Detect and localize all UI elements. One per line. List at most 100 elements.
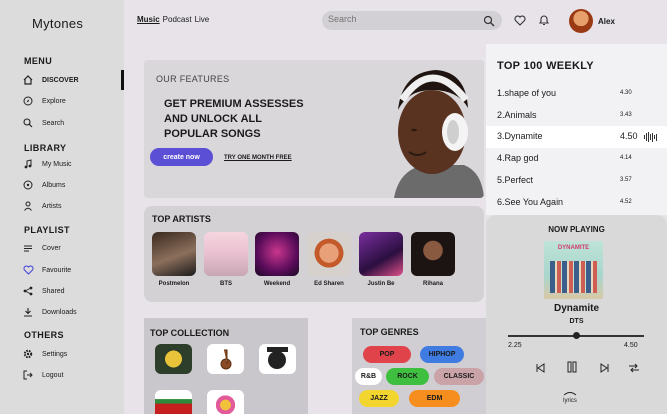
sidebar-item-label: Search bbox=[42, 119, 65, 127]
sidebar-item-shared[interactable]: Shared bbox=[0, 281, 124, 301]
top100-panel: TOP 100 WEEKLY 1.shape of you 4.30 2.Anim… bbox=[486, 44, 667, 215]
sidebar-item-logout[interactable]: Logout bbox=[0, 365, 124, 385]
premium-banner: OUR FEATURES GET PREMIUM ASSESSES AND UN… bbox=[144, 60, 484, 198]
pause-icon[interactable] bbox=[566, 360, 578, 378]
sidebar-item-settings[interactable]: Settings bbox=[0, 344, 124, 364]
app-window: Mytones MENU DISCOVER Explore Search LIB… bbox=[0, 0, 667, 414]
album-cover[interactable] bbox=[155, 390, 192, 414]
song-duration: 3.43 bbox=[620, 112, 632, 118]
artist-name: Ed Sharen bbox=[314, 281, 344, 287]
genre-classic[interactable]: CLASSIC bbox=[434, 368, 484, 385]
artist-card[interactable]: BTS bbox=[202, 232, 250, 287]
sidebar-item-label: Downloads bbox=[42, 308, 77, 316]
sidebar-item-search[interactable]: Search bbox=[0, 113, 124, 133]
tab-music[interactable]: Music bbox=[137, 15, 160, 24]
create-now-button[interactable]: create now bbox=[150, 148, 213, 166]
heart-icon[interactable] bbox=[514, 13, 526, 31]
header-tabs: Music Podcast Live bbox=[137, 15, 209, 24]
sidebar-item-explore[interactable]: Explore bbox=[0, 91, 124, 111]
section-others: OTHERS bbox=[24, 330, 64, 340]
chart-row[interactable]: 2.Animals 3.43 bbox=[486, 105, 667, 127]
share-icon bbox=[22, 285, 34, 297]
progress-knob[interactable] bbox=[573, 332, 580, 339]
sidebar-item-downloads[interactable]: Downloads bbox=[0, 302, 124, 322]
tab-podcast[interactable]: Podcast bbox=[163, 15, 192, 24]
artist-card[interactable]: Weekend bbox=[253, 232, 301, 287]
genre-rock[interactable]: ROCK bbox=[386, 368, 429, 385]
search-input[interactable] bbox=[328, 14, 478, 24]
song-name: 4.Rap god bbox=[497, 153, 539, 163]
genre-rnb[interactable]: R&B bbox=[355, 368, 382, 385]
sidebar-item-label: DISCOVER bbox=[42, 76, 79, 84]
artist-card[interactable]: Postmelon bbox=[150, 232, 198, 287]
user-name[interactable]: Alex bbox=[598, 17, 615, 26]
chart-row[interactable]: 6.See You Again 4.52 bbox=[486, 192, 667, 214]
search-icon[interactable] bbox=[483, 14, 495, 32]
waveform-icon bbox=[644, 132, 657, 142]
next-icon[interactable] bbox=[599, 360, 610, 378]
artist-name: Rihana bbox=[422, 281, 443, 287]
song-name: 2.Animals bbox=[497, 110, 537, 120]
chart-row-active[interactable]: 3.Dynamite 4.50 bbox=[486, 126, 667, 148]
artist-photo bbox=[204, 232, 248, 276]
song-name: 5.Perfect bbox=[497, 175, 534, 185]
song-duration: 4.50 bbox=[620, 131, 638, 141]
top-artists-panel: TOP ARTISTS Postmelon BTS Weekend Ed Sha… bbox=[144, 206, 484, 302]
shuffle-icon[interactable] bbox=[628, 360, 640, 378]
sidebar-item-label: Favourite bbox=[42, 266, 72, 274]
artist-card[interactable]: Justin Be bbox=[357, 232, 405, 287]
previous-icon[interactable] bbox=[535, 360, 546, 378]
album-art: DYNAMITE bbox=[544, 241, 603, 299]
sidebar-item-label: Settings bbox=[42, 350, 68, 358]
section-library: LIBRARY bbox=[24, 143, 67, 153]
now-playing-title: NOW PLAYING bbox=[548, 225, 605, 234]
sidebar-item-cover[interactable]: Cover bbox=[0, 238, 124, 258]
album-cover[interactable] bbox=[259, 344, 296, 374]
sidebar-item-label: Logout bbox=[42, 371, 64, 379]
chart-row[interactable]: 1.shape of you 4.30 bbox=[486, 83, 667, 105]
sidebar-item-discover[interactable]: DISCOVER bbox=[0, 70, 124, 90]
artist-card[interactable]: Rihana bbox=[409, 232, 457, 287]
genre-edm[interactable]: EDM bbox=[409, 390, 460, 407]
sidebar-item-my-music[interactable]: My Music bbox=[0, 154, 124, 174]
song-duration: 4.52 bbox=[620, 199, 632, 205]
album-cover[interactable] bbox=[207, 390, 244, 414]
top-artists-title: TOP ARTISTS bbox=[152, 214, 211, 224]
sidebar-item-label: Shared bbox=[42, 287, 65, 295]
top-collection-panel: TOP COLLECTION bbox=[144, 318, 308, 414]
bell-icon[interactable] bbox=[538, 13, 550, 31]
artist-photo bbox=[359, 232, 403, 276]
song-artist: DTS bbox=[569, 318, 584, 325]
albums-icon bbox=[22, 179, 34, 191]
cover-title: DYNAMITE bbox=[557, 245, 590, 251]
album-cover[interactable] bbox=[155, 344, 192, 374]
sidebar-item-artists[interactable]: Artists bbox=[0, 196, 124, 216]
chart-row[interactable]: 5.Perfect 3.57 bbox=[486, 170, 667, 192]
section-playlist: PLAYLIST bbox=[24, 225, 70, 235]
sidebar-item-albums[interactable]: Albums bbox=[0, 175, 124, 195]
album-cover[interactable] bbox=[207, 344, 244, 374]
band-figures bbox=[550, 261, 597, 293]
sidebar-item-label: My Music bbox=[42, 160, 72, 168]
total-time: 4.50 bbox=[624, 342, 638, 349]
tab-live[interactable]: Live bbox=[195, 15, 210, 24]
download-icon bbox=[22, 306, 34, 318]
song-name: 6.See You Again bbox=[497, 197, 564, 207]
genre-hiphop[interactable]: HIPHOP bbox=[420, 346, 464, 363]
lyrics-button[interactable]: lyrics bbox=[563, 391, 577, 404]
sidebar-item-label: Artists bbox=[42, 202, 62, 210]
free-trial-link[interactable]: TRY ONE MONTH FREE bbox=[224, 155, 292, 161]
artist-name: Justin Be bbox=[367, 281, 395, 287]
artist-photo bbox=[152, 232, 196, 276]
genre-jazz[interactable]: JAZZ bbox=[359, 390, 399, 407]
song-name: 1.shape of you bbox=[497, 88, 557, 98]
song-duration: 4.14 bbox=[620, 155, 632, 161]
headline-line: GET PREMIUM ASSESSES bbox=[164, 98, 304, 110]
search-bar[interactable] bbox=[322, 11, 502, 30]
genre-pop[interactable]: POP bbox=[363, 346, 411, 363]
chart-row[interactable]: 4.Rap god 4.14 bbox=[486, 148, 667, 170]
avatar[interactable] bbox=[569, 9, 593, 33]
artist-card[interactable]: Ed Sharen bbox=[305, 232, 353, 287]
home-icon bbox=[22, 74, 34, 86]
sidebar-item-favourite[interactable]: Favourite bbox=[0, 260, 124, 280]
